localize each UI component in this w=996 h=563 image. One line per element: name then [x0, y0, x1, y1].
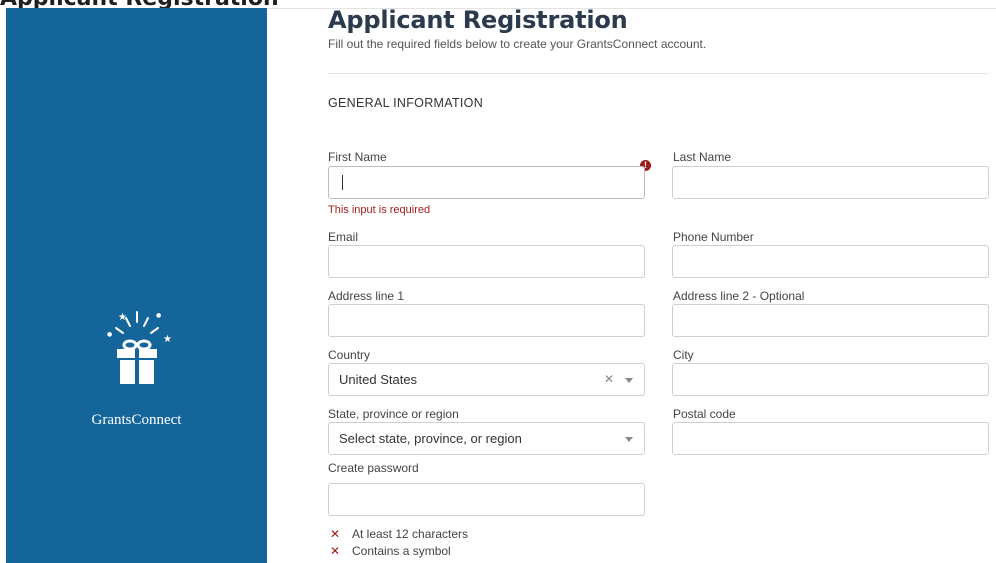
- address1-label: Address line 1: [328, 289, 405, 303]
- phone-input[interactable]: [672, 245, 989, 278]
- last-name-input[interactable]: [672, 166, 989, 199]
- postal-label: Postal code: [673, 407, 736, 421]
- last-name-label: Last Name: [673, 150, 732, 164]
- page-subtitle: Fill out the required fields below to cr…: [328, 37, 707, 51]
- gift-logo-icon: ★ ● ● ★: [6, 308, 267, 388]
- cropped-heading-fragment: Applicant Registration: [0, 0, 279, 11]
- brand-name: GrantsConnect: [91, 412, 182, 428]
- email-input[interactable]: [328, 245, 645, 278]
- state-placeholder: Select state, province, or region: [339, 431, 522, 446]
- password-rule-text: At least 12 characters: [352, 527, 469, 541]
- password-label: Create password: [328, 461, 419, 475]
- section-divider: [328, 73, 989, 74]
- chevron-down-icon[interactable]: [625, 437, 633, 442]
- country-select[interactable]: United States ✕: [328, 363, 645, 396]
- page-title: Applicant Registration: [328, 6, 628, 34]
- address1-input[interactable]: [328, 304, 645, 337]
- first-name-label: First Name: [328, 150, 387, 164]
- email-label: Email: [328, 230, 359, 244]
- country-value: United States: [339, 372, 418, 387]
- clear-icon[interactable]: ✕: [604, 372, 614, 386]
- svg-text:★: ★: [118, 312, 127, 323]
- svg-text:●: ●: [156, 312, 161, 319]
- section-title: GENERAL INFORMATION: [328, 96, 484, 110]
- postal-input[interactable]: [672, 422, 989, 455]
- country-label: Country: [328, 348, 371, 362]
- svg-text:●: ●: [107, 331, 112, 338]
- password-rule: ✕ At least 12 characters: [330, 527, 468, 541]
- phone-label: Phone Number: [673, 230, 754, 244]
- password-rule-text: Contains a symbol: [352, 544, 451, 558]
- text-cursor: [342, 175, 343, 190]
- x-icon: ✕: [330, 527, 341, 541]
- city-input[interactable]: [672, 363, 989, 396]
- x-icon: ✕: [330, 544, 341, 558]
- chevron-down-icon[interactable]: [625, 378, 633, 383]
- brand-sidebar: ★ ● ● ★ GrantsConnect: [6, 8, 267, 563]
- city-label: City: [673, 348, 694, 362]
- state-label: State, province or region: [328, 407, 459, 421]
- first-name-input[interactable]: [328, 166, 645, 199]
- state-select[interactable]: Select state, province, or region: [328, 422, 645, 455]
- first-name-error: This input is required: [328, 204, 431, 216]
- address2-label: Address line 2 - Optional: [673, 289, 805, 303]
- svg-text:★: ★: [163, 334, 172, 345]
- password-rule: ✕ Contains a symbol: [330, 544, 451, 558]
- address2-input[interactable]: [672, 304, 989, 337]
- password-input[interactable]: [328, 483, 645, 516]
